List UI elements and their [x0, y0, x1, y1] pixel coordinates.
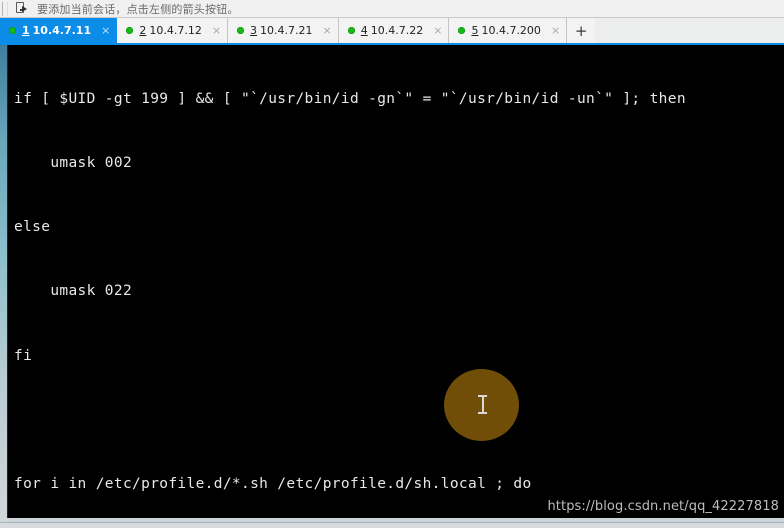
add-session-icon[interactable] — [16, 2, 30, 15]
tab-10-4-7-12[interactable]: 2 10.4.7.12 × — [117, 18, 229, 45]
tab-index: 5 — [471, 24, 479, 37]
status-dot-icon — [458, 27, 466, 34]
terminal-line: fi — [14, 347, 33, 364]
tab-index: 3 — [250, 24, 258, 37]
status-dot-icon — [237, 27, 245, 34]
tab-label: 10.4.7.11 — [32, 24, 92, 37]
terminal-line: else — [14, 219, 51, 236]
terminal-app-window: 要添加当前会话，点击左侧的箭头按钮。 1 10.4.7.11 × 2 10.4.… — [0, 0, 784, 528]
close-icon[interactable]: × — [433, 25, 442, 36]
status-dot-icon — [126, 27, 134, 34]
session-tab-strip: 1 10.4.7.11 × 2 10.4.7.12 × 3 10.4.7.21 … — [0, 18, 784, 45]
terminal-screen[interactable]: if [ $UID -gt 199 ] && [ "`/usr/bin/id -… — [7, 45, 784, 518]
tab-10-4-7-200[interactable]: 5 10.4.7.200 × — [449, 18, 568, 45]
close-icon[interactable]: × — [551, 25, 560, 36]
new-tab-button[interactable]: + — [567, 18, 596, 45]
tab-label: 10.4.7.21 — [260, 24, 313, 37]
tab-strip-filler — [595, 18, 784, 45]
close-icon[interactable]: × — [212, 25, 221, 36]
status-dot-icon — [9, 27, 16, 34]
tab-10-4-7-11[interactable]: 1 10.4.7.11 × — [0, 18, 118, 45]
hint-bar-message: 要添加当前会话，点击左侧的箭头按钮。 — [37, 2, 239, 16]
tab-index: 4 — [360, 24, 368, 37]
terminal-line: if [ $UID -gt 199 ] && [ "`/usr/bin/id -… — [14, 90, 686, 107]
tab-label: 10.4.7.200 — [481, 24, 541, 37]
terminal-line: for i in /etc/profile.d/*.sh /etc/profil… — [14, 476, 532, 493]
tab-index: 1 — [22, 24, 30, 37]
tab-10-4-7-22[interactable]: 4 10.4.7.22 × — [338, 18, 450, 45]
hint-bar-grip — [2, 1, 8, 16]
close-icon[interactable]: × — [101, 25, 110, 36]
watermark: https://blog.csdn.net/qq_42227818 — [547, 499, 779, 514]
terminal-line: umask 022 — [14, 283, 133, 300]
hint-bar: 要添加当前会话，点击左侧的箭头按钮。 — [0, 0, 784, 18]
terminal-region: if [ $UID -gt 199 ] && [ "`/usr/bin/id -… — [0, 45, 784, 523]
click-highlight — [444, 369, 519, 441]
tab-index: 2 — [139, 24, 147, 37]
terminal-line: umask 002 — [14, 155, 133, 172]
window-left-edge — [0, 45, 7, 523]
tab-10-4-7-21[interactable]: 3 10.4.7.21 × — [228, 18, 339, 45]
tab-label: 10.4.7.22 — [370, 24, 424, 37]
tab-label: 10.4.7.12 — [149, 24, 202, 37]
terminal-text: if [ $UID -gt 199 ] && [ "`/usr/bin/id -… — [14, 46, 686, 518]
window-bottom-edge — [0, 522, 784, 528]
status-dot-icon — [347, 27, 355, 34]
close-icon[interactable]: × — [323, 25, 332, 36]
